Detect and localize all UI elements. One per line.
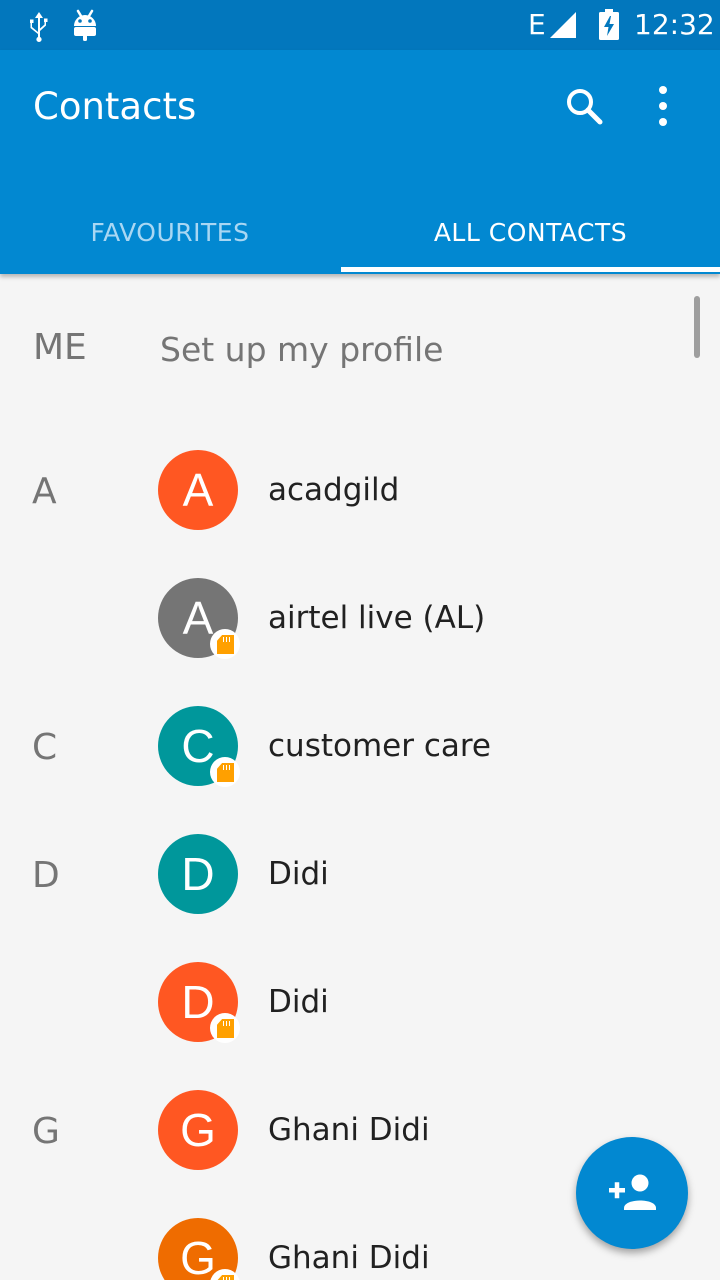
contact-row[interactable]: D D Didi (0, 810, 690, 938)
sim-card-icon (210, 757, 240, 787)
section-letter: C (32, 727, 58, 768)
section-letter: D (32, 855, 60, 896)
usb-icon (30, 12, 48, 42)
avatar: G (158, 1090, 238, 1170)
search-icon (567, 89, 603, 125)
scrollbar[interactable] (694, 296, 700, 358)
app-bar: Contacts FAVOURITES ALL CONTACTS (0, 50, 720, 274)
tab-favourites[interactable]: FAVOURITES (0, 190, 340, 274)
status-bar: E 12:32 (0, 0, 720, 50)
more-vert-icon-dot (659, 102, 667, 110)
me-section-label: ME (33, 327, 87, 368)
tab-indicator (341, 267, 720, 272)
contact-row[interactable]: A airtel live (AL) (0, 554, 690, 682)
android-debug-icon (74, 9, 96, 41)
battery-charging-icon (599, 9, 619, 40)
contact-name: Didi (268, 856, 329, 892)
contact-name: customer care (268, 728, 492, 764)
setup-profile-link[interactable]: Set up my profile (160, 328, 443, 372)
add-contact-button[interactable] (576, 1137, 688, 1249)
contact-name: airtel live (AL) (268, 600, 486, 636)
section-letter: A (32, 471, 57, 512)
contact-name: Ghani Didi (268, 1240, 430, 1276)
search-button[interactable] (560, 82, 610, 132)
more-vert-icon (659, 86, 667, 94)
signal-icon (550, 12, 576, 38)
contacts-list[interactable]: ME Set up my profile A A acadgild A airt… (0, 274, 720, 1280)
contact-row[interactable]: D Didi (0, 938, 690, 1066)
sim-card-icon (210, 1013, 240, 1043)
contact-row[interactable]: C C customer care (0, 682, 690, 810)
add-person-icon (609, 1174, 656, 1210)
sim-card-icon (210, 629, 240, 659)
more-vert-icon-dot (659, 118, 667, 126)
avatar: D (158, 834, 238, 914)
more-options-button[interactable] (640, 80, 686, 132)
network-type: E (528, 8, 546, 41)
app-title: Contacts (33, 85, 197, 128)
section-letter: G (32, 1111, 60, 1152)
avatar: A (158, 450, 238, 530)
contact-name: Ghani Didi (268, 1112, 430, 1148)
clock: 12:32 (634, 8, 715, 41)
contact-name: acadgild (268, 472, 400, 508)
contact-name: Didi (268, 984, 329, 1020)
tab-all-contacts[interactable]: ALL CONTACTS (341, 190, 720, 274)
contact-row[interactable]: A A acadgild (0, 426, 690, 554)
